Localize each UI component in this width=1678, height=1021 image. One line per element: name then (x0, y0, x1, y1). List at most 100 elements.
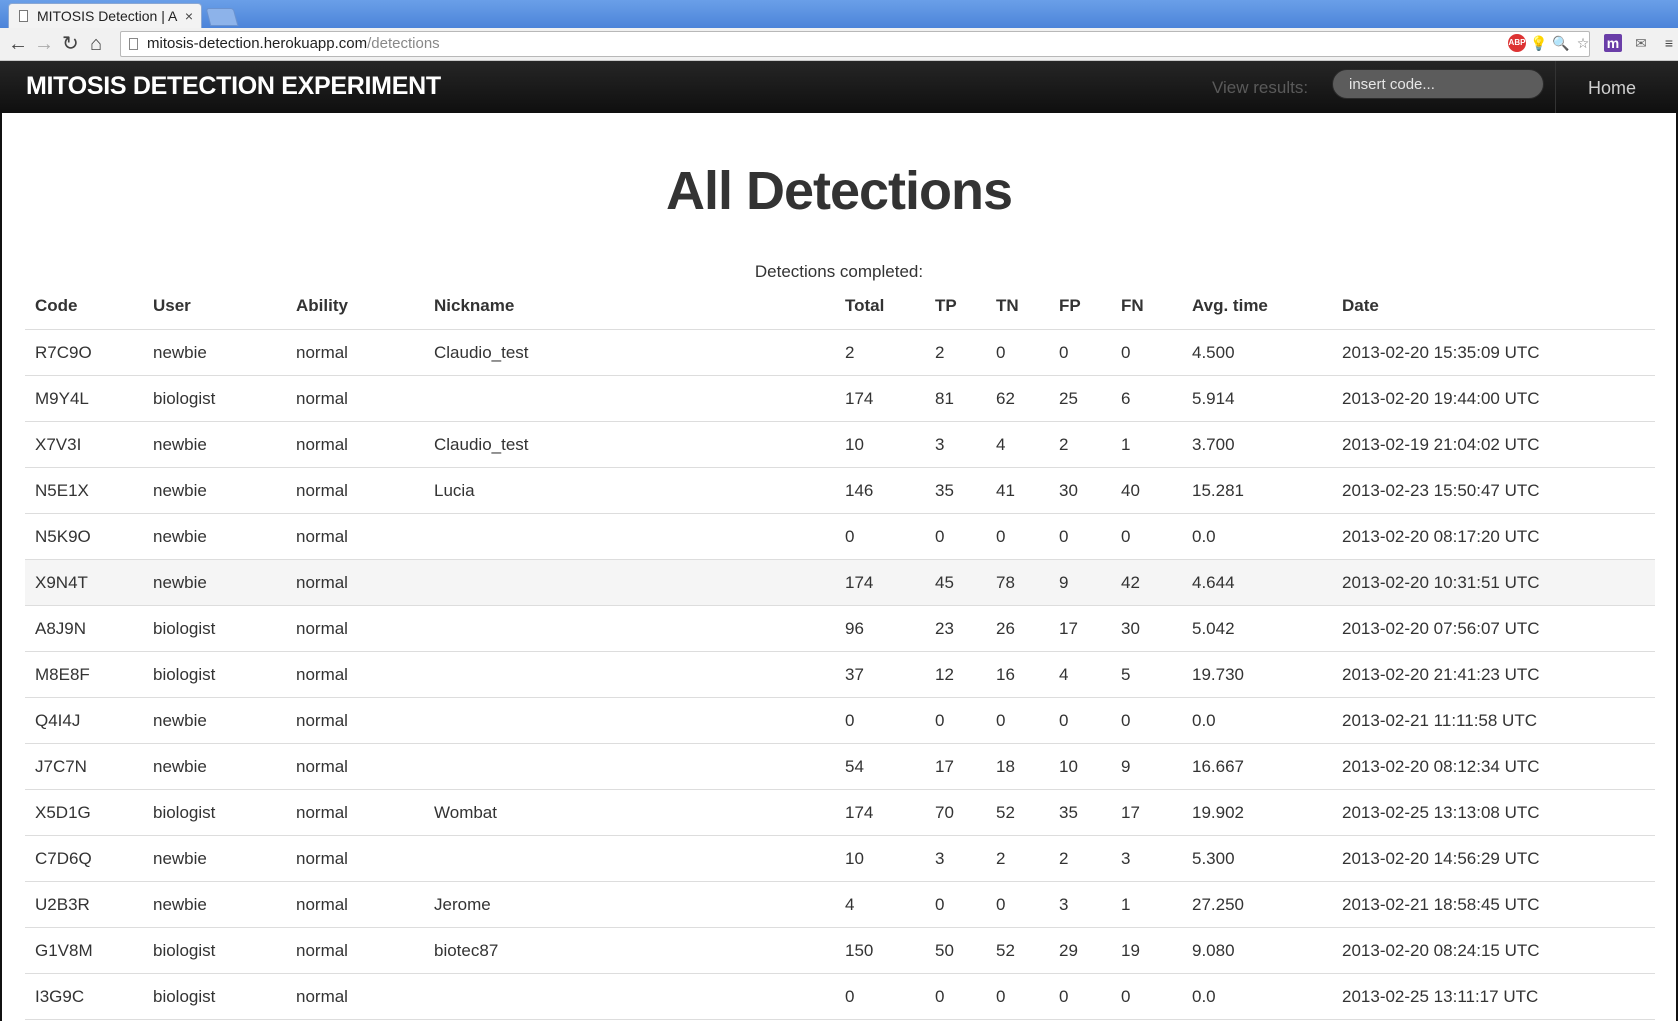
new-tab-button[interactable] (205, 8, 239, 26)
cell-date: 2013-02-20 19:44:00 UTC (1332, 375, 1655, 422)
cell-tn: 4 (986, 421, 1049, 468)
cell-nickname (424, 697, 835, 744)
bookmark-star-icon[interactable]: ☆ (1574, 34, 1592, 52)
tab-title: MITOSIS Detection | A (37, 8, 178, 24)
cell-tn: 62 (986, 375, 1049, 422)
cell-tn: 0 (986, 513, 1049, 560)
cell-total: 150 (835, 927, 925, 974)
cell-avg-time: 0.0 (1182, 697, 1332, 744)
table-row: U2B3R newbie normal Jerome 4 0 0 3 1 27.250 2013-0… (25, 881, 1655, 928)
cell-code: G1V8M (25, 927, 143, 974)
cell-user: biologist (143, 605, 286, 652)
back-icon[interactable]: ← (8, 32, 28, 56)
cell-avg-time: 5.042 (1182, 605, 1332, 652)
cell-total: 174 (835, 375, 925, 422)
cell-user: newbie (143, 559, 286, 606)
cell-total: 174 (835, 789, 925, 836)
url-host: mitosis-detection.herokuapp.com (147, 35, 368, 52)
table-row: N5E1X newbie normal Lucia 146 35 41 30 40 15.281 2… (25, 467, 1655, 514)
cell-ability: normal (286, 559, 424, 606)
nav-divider (1555, 61, 1556, 113)
browser-menu-icon[interactable]: ≡ (1660, 34, 1678, 52)
cell-code: N5K9O (25, 513, 143, 560)
cell-fp: 0 (1049, 697, 1111, 744)
cell-total: 96 (835, 605, 925, 652)
cell-tn: 18 (986, 743, 1049, 790)
cell-fp: 0 (1049, 973, 1111, 1020)
cell-tp: 81 (925, 375, 986, 422)
cell-total: 0 (835, 697, 925, 744)
table-row: N5K9O newbie normal 0 0 0 0 0 0.0 2013-02-20 08:1… (25, 513, 1655, 560)
cell-fp: 0 (1049, 513, 1111, 560)
cell-fp: 0 (1049, 329, 1111, 376)
code-search-input[interactable] (1332, 69, 1544, 99)
table-row: X9N4T newbie normal 174 45 78 9 42 4.644 2013-02-… (25, 559, 1655, 606)
cell-tp: 50 (925, 927, 986, 974)
cell-fp: 17 (1049, 605, 1111, 652)
cell-ability: normal (286, 973, 424, 1020)
mail-icon[interactable]: ✉ (1632, 34, 1650, 52)
home-icon[interactable]: ⌂ (90, 32, 102, 56)
cell-fp: 10 (1049, 743, 1111, 790)
cell-ability: normal (286, 421, 424, 468)
reload-icon[interactable]: ↻ (62, 32, 79, 56)
cell-avg-time: 5.300 (1182, 835, 1332, 882)
table-row: J7C7N newbie normal 54 17 18 10 9 16.667 2013-02-… (25, 743, 1655, 790)
site-brand[interactable]: MITOSIS DETECTION EXPERIMENT (26, 72, 441, 101)
cell-nickname: biotec87 (424, 927, 835, 974)
cell-tp: 70 (925, 789, 986, 836)
extension-m-icon[interactable]: m (1604, 34, 1622, 52)
cell-nickname (424, 835, 835, 882)
cell-code: C7D6Q (25, 835, 143, 882)
cell-tp: 3 (925, 421, 986, 468)
cell-ability: normal (286, 513, 424, 560)
cell-date: 2013-02-23 15:50:47 UTC (1332, 467, 1655, 514)
cell-date: 2013-02-25 13:11:17 UTC (1332, 973, 1655, 1020)
cell-tp: 0 (925, 881, 986, 928)
cell-fp: 4 (1049, 651, 1111, 698)
cell-date: 2013-02-20 15:35:09 UTC (1332, 329, 1655, 376)
adblock-icon[interactable]: ABP (1508, 34, 1526, 52)
cell-tp: 3 (925, 835, 986, 882)
cell-code: I3G9C (25, 973, 143, 1020)
cell-total: 2 (835, 329, 925, 376)
cell-tp: 0 (925, 697, 986, 744)
cell-user: newbie (143, 743, 286, 790)
cell-code: R7C9O (25, 329, 143, 376)
cell-tp: 17 (925, 743, 986, 790)
cell-tp: 23 (925, 605, 986, 652)
cell-nickname (424, 973, 835, 1020)
browser-tab[interactable]: MITOSIS Detection | A × (8, 3, 202, 28)
column-header-avg-time: Avg. time (1182, 283, 1332, 330)
address-bar[interactable]: mitosis-detection.herokuapp.com/detectio… (120, 31, 1590, 57)
table-row: M9Y4L biologist normal 174 81 62 25 6 5.914 2013-… (25, 375, 1655, 422)
cell-tp: 35 (925, 467, 986, 514)
column-header-fn: FN (1111, 283, 1182, 330)
cell-fp: 3 (1049, 881, 1111, 928)
forward-icon[interactable]: → (34, 32, 54, 56)
cell-tn: 26 (986, 605, 1049, 652)
table-row: I3G9C biologist normal 0 0 0 0 0 0.0 2013-02-25 1… (25, 973, 1655, 1020)
cell-date: 2013-02-20 14:56:29 UTC (1332, 835, 1655, 882)
browser-tabstrip: MITOSIS Detection | A × (0, 0, 1678, 28)
cell-fp: 9 (1049, 559, 1111, 606)
cell-code: A8J9N (25, 605, 143, 652)
cell-tn: 0 (986, 973, 1049, 1020)
cell-user: newbie (143, 329, 286, 376)
cell-tp: 12 (925, 651, 986, 698)
zoom-icon[interactable]: 🔍 (1552, 34, 1570, 52)
table-caption: Detections completed: (754, 262, 924, 281)
cell-total: 54 (835, 743, 925, 790)
cell-fn: 5 (1111, 651, 1182, 698)
cell-nickname: Lucia (424, 467, 835, 514)
cell-ability: normal (286, 881, 424, 928)
cell-tn: 52 (986, 789, 1049, 836)
cell-date: 2013-02-25 13:13:08 UTC (1332, 789, 1655, 836)
lightbulb-icon[interactable]: 💡 (1530, 34, 1548, 52)
cell-ability: normal (286, 835, 424, 882)
table-row: R7C9O newbie normal Claudio_test 2 2 0 0 0 4.500 2… (25, 329, 1655, 376)
cell-total: 0 (835, 973, 925, 1020)
cell-ability: normal (286, 605, 424, 652)
close-tab-icon[interactable]: × (185, 4, 193, 28)
home-link[interactable]: Home (1588, 78, 1636, 99)
